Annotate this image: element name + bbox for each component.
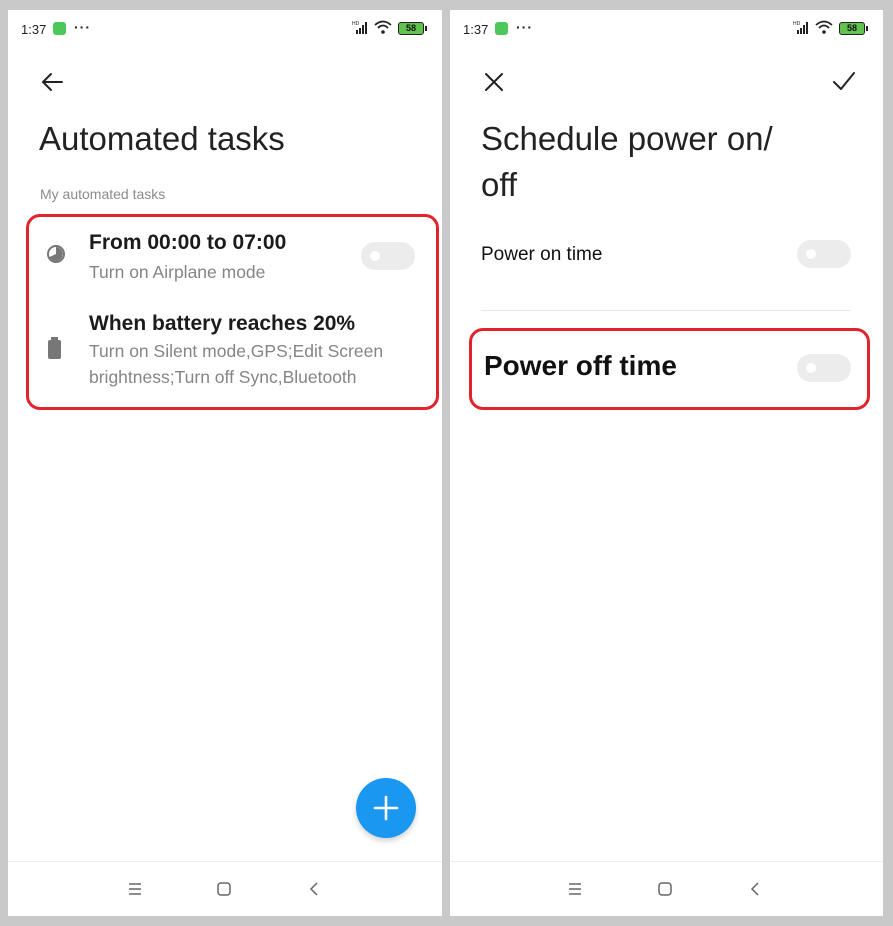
checkmark-icon[interactable] <box>830 68 858 96</box>
home-icon[interactable] <box>215 880 233 898</box>
home-icon[interactable] <box>656 880 674 898</box>
svg-text:HD: HD <box>352 21 360 27</box>
toggle-knob <box>370 251 380 261</box>
wifi-icon <box>374 20 392 34</box>
power-on-time-label: Power on time <box>481 244 603 265</box>
menu-icon[interactable] <box>566 880 584 898</box>
add-task-button[interactable] <box>356 778 416 838</box>
toggle-knob <box>806 249 816 259</box>
toggle-knob <box>806 363 816 373</box>
more-notifications-icon: ··· <box>74 19 91 35</box>
signal-icon: HD <box>793 21 808 34</box>
power-on-toggle[interactable] <box>797 240 851 268</box>
schedule-power-screen: 1:37 ··· HD 58 Schedule power on/ off Po… <box>450 10 883 916</box>
battery-status-icon: 58 <box>839 22 868 35</box>
signal-icon: HD <box>352 21 367 34</box>
task-title: From 00:00 to 07:00 <box>89 231 287 254</box>
page-title-line2: off <box>481 166 518 203</box>
plus-icon <box>373 795 399 821</box>
task-toggle[interactable] <box>361 242 415 270</box>
status-time: 1:37 <box>463 22 489 37</box>
close-icon[interactable] <box>480 68 508 96</box>
task-item-time[interactable]: From 00:00 to 07:00 Turn on Airplane mod… <box>40 226 430 286</box>
menu-icon[interactable] <box>126 880 144 898</box>
app-notification-icon <box>495 22 508 35</box>
page-title-line1: Schedule power on/ <box>481 120 773 157</box>
back-icon[interactable] <box>747 880 765 898</box>
wifi-icon <box>815 20 833 34</box>
status-bar: 1:37 ··· HD 58 <box>8 10 442 50</box>
automated-tasks-screen: 1:37 ··· HD 58 Automated tasks My automa… <box>8 10 442 916</box>
task-item-battery[interactable]: When battery reaches 20% Turn on Silent … <box>40 308 430 398</box>
status-bar: 1:37 ··· HD 58 <box>450 10 883 50</box>
more-notifications-icon: ··· <box>516 19 533 35</box>
navigation-bar <box>450 861 883 916</box>
task-subtitle: Turn on Silent mode,GPS;Edit Screen brig… <box>89 341 384 387</box>
app-notification-icon <box>53 22 66 35</box>
divider <box>481 310 850 311</box>
navigation-bar <box>8 861 442 916</box>
svg-text:HD: HD <box>793 21 801 27</box>
power-off-time-label: Power off time <box>484 350 677 381</box>
back-icon[interactable] <box>306 880 324 898</box>
power-off-toggle[interactable] <box>797 354 851 382</box>
battery-status-icon: 58 <box>398 22 427 35</box>
clock-icon <box>47 245 65 263</box>
arrow-left-icon[interactable] <box>38 68 66 96</box>
task-title: When battery reaches 20% <box>89 312 356 335</box>
page-title: Automated tasks <box>39 120 285 157</box>
section-label: My automated tasks <box>40 186 166 202</box>
status-time: 1:37 <box>21 22 47 37</box>
battery-icon <box>48 337 61 359</box>
